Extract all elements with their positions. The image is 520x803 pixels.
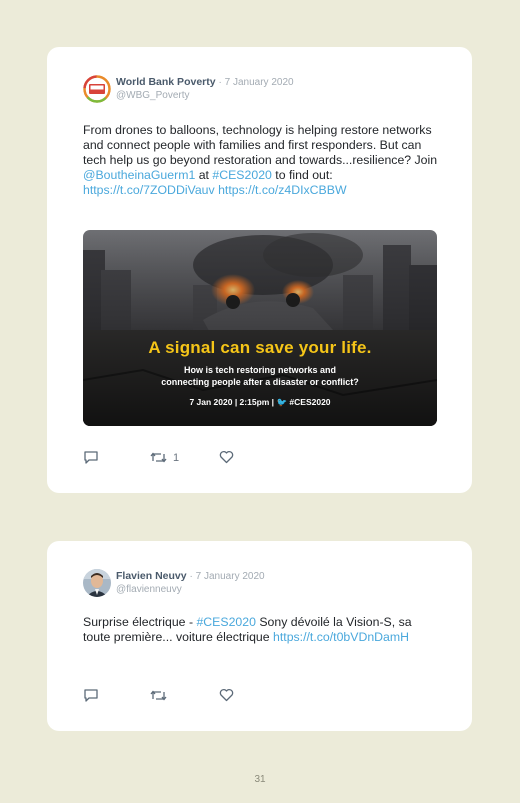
tweet-text-segment: Surprise électrique -: [83, 615, 197, 629]
tweet-text-segment: From drones to balloons, technology is h…: [83, 123, 438, 167]
banner-title: A signal can save your life.: [148, 338, 372, 357]
url-link[interactable]: https://t.co/7ZODDiVauv: [83, 183, 215, 197]
page-number: 31: [254, 774, 266, 785]
tweet-date[interactable]: · 7 January 2020: [219, 77, 294, 88]
reply-icon: [84, 451, 98, 464]
reply-icon: [84, 689, 98, 702]
banner-hashtag: #CES2020: [289, 397, 331, 407]
retweet-icon: [150, 452, 167, 463]
author-name[interactable]: World Bank Poverty: [116, 76, 216, 88]
author-handle[interactable]: @WBG_Poverty: [116, 90, 190, 101]
tweet-text: Surprise électrique - #CES2020 Sony dévo…: [83, 615, 433, 645]
mention-link[interactable]: @BoutheinaGuerm1: [83, 168, 195, 182]
banner-subtitle-line: How is tech restoring networks and: [183, 365, 337, 375]
tweet-text-segment: to find out:: [271, 168, 333, 182]
avatar[interactable]: [83, 75, 111, 103]
author-name[interactable]: Flavien Neuvy: [116, 570, 187, 582]
tweet-text-segment: at: [195, 168, 213, 182]
url-link[interactable]: https://t.co/t0bVDnDamH: [273, 630, 409, 644]
like-button[interactable]: [219, 688, 234, 702]
banner-footer: 7 Jan 2020 | 2:15pm | 🐦 #CES2020: [83, 397, 437, 408]
hashtag-link[interactable]: #CES2020: [212, 168, 271, 182]
author-handle[interactable]: @flavienneuvy: [116, 584, 182, 595]
retweet-button[interactable]: [150, 688, 167, 703]
banner-date: 7 Jan 2020 | 2:15pm |: [189, 397, 275, 407]
reply-button[interactable]: [83, 688, 99, 703]
tweet-card: World Bank Poverty · 7 January 2020 @WBG…: [47, 47, 472, 493]
twitter-bird-icon: 🐦: [276, 397, 288, 407]
banner-subtitle-line: connecting people after a disaster or co…: [161, 377, 359, 387]
tweet-media-image[interactable]: A signal can save your life. How is tech…: [83, 230, 437, 426]
retweet-icon: [150, 690, 167, 701]
retweet-count: 1: [173, 451, 180, 464]
hashtag-link[interactable]: #CES2020: [196, 615, 255, 629]
end-poverty-logo: [83, 75, 111, 103]
like-icon: [219, 450, 234, 464]
like-button[interactable]: [219, 450, 234, 464]
profile-photo: [83, 569, 111, 597]
author-line: Flavien Neuvy · 7 January 2020: [116, 570, 265, 582]
like-icon: [219, 688, 234, 702]
tweet-card: Flavien Neuvy · 7 January 2020 @flavienn…: [47, 541, 472, 731]
tweet-date[interactable]: · 7 January 2020: [190, 571, 265, 582]
author-line: World Bank Poverty · 7 January 2020: [116, 76, 294, 88]
retweet-button[interactable]: 1: [150, 450, 179, 465]
tweet-text: From drones to balloons, technology is h…: [83, 123, 443, 198]
reply-button[interactable]: [83, 450, 99, 465]
banner-subtitle: How is tech restoring networks and conne…: [83, 364, 437, 388]
url-link[interactable]: https://t.co/z4DIxCBBW: [218, 183, 346, 197]
avatar[interactable]: [83, 569, 111, 597]
